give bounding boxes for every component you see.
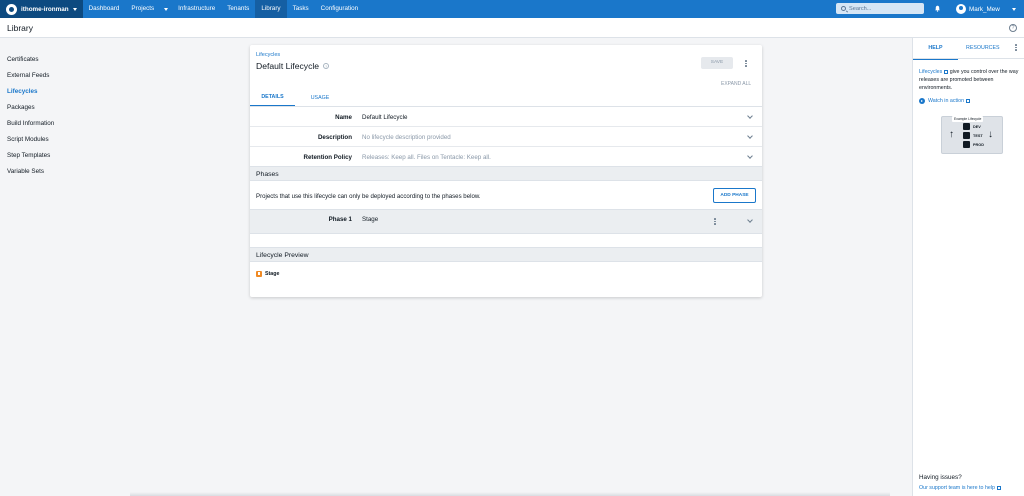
preview-section-header: Lifecycle Preview — [250, 247, 762, 262]
sidebar-item-variable-sets[interactable]: Variable Sets — [7, 168, 44, 175]
lifecycle-card: Lifecycles Default Lifecycle ? SAVE EXPA… — [250, 45, 762, 297]
more-options-icon[interactable] — [1015, 44, 1017, 52]
nav-tenants[interactable]: Tenants — [221, 0, 255, 18]
tab-divider — [913, 58, 1024, 59]
nav-library[interactable]: Library — [255, 0, 287, 18]
more-options-icon[interactable] — [714, 218, 716, 226]
nav-infrastructure[interactable]: Infrastructure — [172, 0, 221, 18]
having-issues-heading: Having issues? — [919, 474, 962, 481]
sidebar-item-certificates[interactable]: Certificates — [7, 56, 39, 63]
preview-phase-item: Stage — [256, 271, 279, 277]
phases-description: Projects that use this lifecycle can onl… — [256, 193, 481, 200]
nav-dashboard[interactable]: Dashboard — [83, 0, 126, 18]
arrow-up-icon: ↑ — [949, 129, 954, 140]
section-title: Phases — [256, 171, 279, 178]
example-lifecycle-diagram: Example Lifecycle ↑ DEV TEST PROD ↓ — [941, 116, 1003, 154]
phase-name: Stage — [362, 216, 379, 223]
field-row-retention-policy[interactable]: Retention Policy Releases: Keep all. Fil… — [250, 147, 762, 167]
diagram-step: PROD — [963, 141, 984, 148]
play-icon — [919, 98, 925, 104]
external-link-icon — [966, 99, 971, 103]
diagram-step: DEV — [963, 123, 981, 130]
field-value: No lifecycle description provided — [362, 134, 451, 141]
support-link[interactable]: Our support team is here to help — [919, 485, 1001, 491]
external-link-icon — [944, 69, 949, 74]
tab-usage[interactable]: USAGE — [306, 95, 334, 101]
lifecycles-help-link[interactable]: Lifecycles — [919, 69, 942, 75]
page-title: Library — [7, 23, 33, 33]
field-row-description[interactable]: Description No lifecycle description pro… — [250, 127, 762, 147]
user-name: Mark_Mew — [969, 5, 1000, 13]
phase-icon — [256, 271, 262, 277]
lifecycle-title-text: Default Lifecycle — [256, 61, 320, 71]
field-label: Retention Policy — [303, 154, 352, 161]
chevron-down-icon — [164, 7, 169, 11]
sidebar-item-external-feeds[interactable]: External Feeds — [7, 72, 49, 79]
field-label: Name — [335, 114, 352, 121]
octopus-logo-icon — [6, 3, 17, 15]
avatar — [956, 4, 966, 14]
preview-phase-label: Stage — [265, 271, 280, 277]
field-value: Default Lifecycle — [362, 114, 408, 121]
chevron-down-icon — [747, 113, 753, 119]
search-input[interactable]: Search... — [836, 3, 924, 14]
more-options-icon[interactable] — [745, 60, 747, 68]
area-header: Library — [0, 18, 1024, 38]
phase-row[interactable]: Phase 1 Stage — [250, 209, 762, 234]
arrow-down-icon: ↓ — [988, 129, 993, 140]
lifecycle-title: Default Lifecycle ? — [256, 61, 330, 71]
help-description: Lifecycles give you control over the way… — [919, 68, 1021, 92]
projects-dropdown-button[interactable] — [160, 0, 172, 18]
field-row-name[interactable]: Name Default Lifecycle — [250, 107, 762, 127]
sidebar-item-lifecycles[interactable]: Lifecycles — [7, 88, 37, 95]
add-phase-button[interactable]: ADD PHASE — [713, 188, 756, 203]
search-placeholder: Search... — [849, 5, 872, 12]
space-name: ithome-ironman — [21, 5, 69, 13]
diagram-title: Example Lifecycle — [952, 116, 984, 122]
section-title: Lifecycle Preview — [256, 252, 309, 259]
sidebar-item-build-information[interactable]: Build Information — [7, 120, 54, 127]
help-icon[interactable]: ? — [323, 63, 330, 69]
chevron-down-icon — [72, 7, 77, 11]
chevron-down-icon — [747, 153, 753, 159]
space-switcher[interactable]: ithome-ironman — [0, 0, 83, 18]
page-bottom-edge — [130, 492, 890, 496]
watch-in-action-link[interactable]: Watch in action — [919, 98, 971, 104]
expand-all-button[interactable]: EXPAND ALL — [721, 81, 751, 87]
bell-icon[interactable] — [934, 5, 941, 12]
help-panel: HELP RESOURCES Lifecycles give you contr… — [912, 38, 1024, 496]
help-icon[interactable]: ? — [1009, 24, 1017, 32]
sidebar-item-step-templates[interactable]: Step Templates — [7, 152, 50, 159]
sidebar-item-packages[interactable]: Packages — [7, 104, 35, 111]
chevron-down-icon — [1011, 7, 1016, 11]
nav-projects[interactable]: Projects — [125, 0, 160, 18]
sidebar-item-script-modules[interactable]: Script Modules — [7, 136, 49, 143]
save-button[interactable]: SAVE — [701, 57, 733, 69]
watch-label: Watch in action — [928, 98, 965, 104]
search-icon — [841, 6, 846, 11]
external-link-icon — [996, 485, 1001, 490]
phase-spacer — [250, 234, 762, 248]
nav-tasks[interactable]: Tasks — [287, 0, 315, 18]
chevron-down-icon[interactable] — [747, 217, 753, 223]
phases-section-header: Phases — [250, 166, 762, 181]
breadcrumb[interactable]: Lifecycles — [256, 52, 280, 58]
phase-label: Phase 1 — [328, 216, 352, 223]
tab-resources[interactable]: RESOURCES — [966, 45, 1000, 51]
field-label: Description — [317, 134, 352, 141]
field-value: Releases: Keep all. Files on Tentacle: K… — [362, 154, 491, 161]
user-menu[interactable]: Mark_Mew — [956, 0, 1016, 18]
chevron-down-icon — [747, 133, 753, 139]
nav-configuration[interactable]: Configuration — [315, 0, 364, 18]
diagram-step: TEST — [963, 132, 983, 139]
support-link-label: Our support team is here to help — [919, 485, 995, 491]
